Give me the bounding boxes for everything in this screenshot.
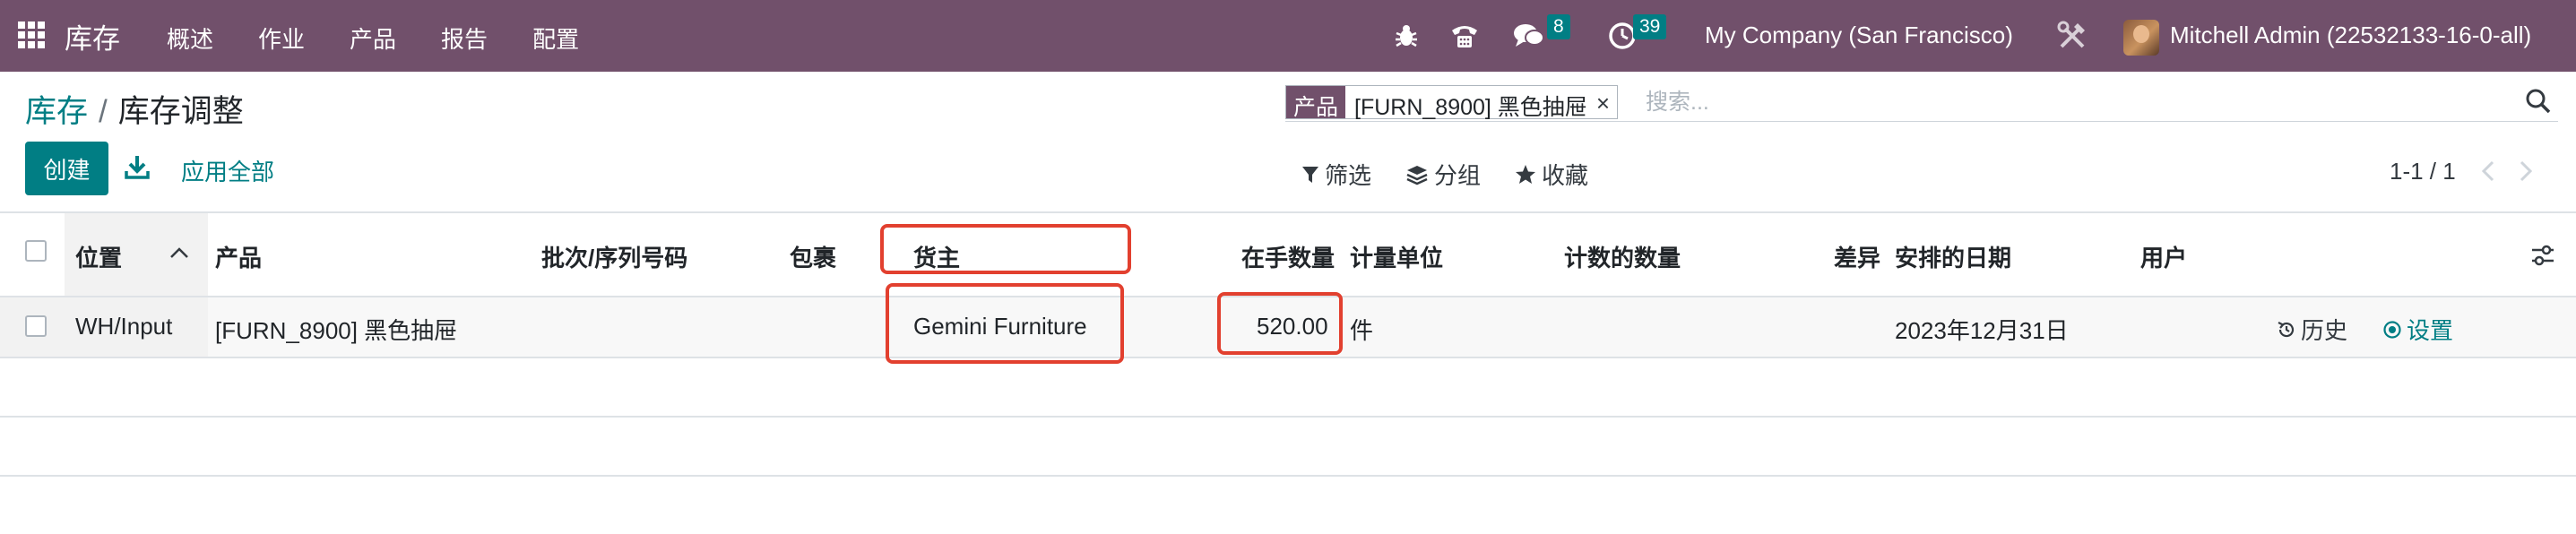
app-brand[interactable]: 库存 [65,16,120,56]
column-user[interactable]: 用户 [2140,240,2187,273]
favorites-dropdown[interactable]: 收藏 [1515,158,1588,191]
search-input[interactable] [1646,86,2488,118]
bug-icon[interactable] [1395,23,1418,48]
messages-badge: 8 [1547,14,1570,39]
column-on-hand[interactable]: 在手数量 [1241,240,1335,273]
filters-dropdown[interactable]: 筛选 [1301,158,1371,191]
top-navbar: 库存 概述 作业 产品 报告 配置 8 39 My Company (San F [0,0,2576,72]
facet-remove-button[interactable]: × [1595,86,1617,118]
search-facet-product: 产品 [FURN_8900] 黑色抽屉 × [1285,85,1618,120]
pager-value[interactable]: 1-1 / 1 [2390,158,2456,185]
facet-label: 产品 [1286,86,1346,120]
menu-item-operations[interactable]: 作业 [258,22,305,55]
create-button[interactable]: 创建 [25,142,108,195]
search-options: 筛选 分组 收藏 [1301,158,1622,191]
download-icon[interactable] [124,153,151,180]
select-all-checkbox[interactable] [25,240,47,262]
company-switcher[interactable]: My Company (San Francisco) [1705,22,2013,49]
highlight-on-hand-cell [1217,292,1343,355]
breadcrumb: 库存 / 库存调整 [25,86,244,132]
filters-label: 筛选 [1325,162,1372,189]
highlight-owner-header [880,224,1131,274]
history-icon [2278,321,2295,337]
search-icon[interactable] [2525,88,2552,115]
row-checkbox[interactable] [25,315,47,337]
cell-location[interactable]: WH/Input [75,313,172,340]
column-settings-icon[interactable] [2529,242,2556,269]
menu-item-configuration[interactable]: 配置 [532,22,579,55]
breadcrumb-inventory[interactable]: 库存 [25,94,88,129]
favorites-label: 收藏 [1542,162,1589,189]
chevron-left-icon[interactable] [2476,158,2503,185]
cell-product[interactable]: [FURN_8900] 黑色抽屉 [215,313,457,346]
activities-badge: 39 [1633,14,1667,39]
column-package[interactable]: 包裹 [790,240,836,273]
column-product[interactable]: 产品 [215,240,262,273]
menu-item-overview[interactable]: 概述 [167,22,213,55]
search-bar: 产品 [FURN_8900] 黑色抽屉 × [1285,84,2558,122]
cell-scheduled-date[interactable]: 2023年12月31日 [1895,313,2069,346]
table-header: 位置 产品 批次/序列号码 包裹 货主 在手数量 计量单位 计数的数量 差异 安… [0,213,2576,297]
avatar[interactable] [2123,20,2159,56]
target-icon [2383,320,2401,339]
star-icon [1516,164,1536,184]
empty-row [0,418,2576,477]
phone-icon[interactable] [1449,22,1480,50]
page-title: 库存调整 [117,94,244,129]
facet-value: [FURN_8900] 黑色抽屉 [1354,95,1587,120]
main-menu: 概述 作业 产品 报告 配置 [167,22,624,55]
column-scheduled-date[interactable]: 安排的日期 [1895,240,2011,273]
tools-icon[interactable] [2056,20,2088,52]
set-button[interactable]: 设置 [2382,313,2453,346]
cell-uom[interactable]: 件 [1350,313,1373,346]
group-by-dropdown[interactable]: 分组 [1405,158,1481,191]
chat-icon[interactable] [1513,22,1545,50]
group-by-label: 分组 [1434,162,1482,189]
breadcrumb-separator: / [99,94,108,129]
menu-item-products[interactable]: 产品 [350,22,396,55]
column-lot[interactable]: 批次/序列号码 [541,240,687,273]
empty-row [0,358,2576,418]
menu-item-reporting[interactable]: 报告 [441,22,488,55]
column-counted[interactable]: 计数的数量 [1564,240,1681,273]
column-uom[interactable]: 计量单位 [1350,240,1443,273]
chevron-right-icon[interactable] [2511,158,2538,185]
apps-grid-icon[interactable] [18,22,45,48]
set-label: 设置 [2407,317,2454,344]
layers-icon [1406,165,1428,185]
apply-all-button[interactable]: 应用全部 [181,154,274,187]
empty-row [0,477,2576,534]
highlight-owner-cell [886,283,1124,364]
user-menu[interactable]: Mitchell Admin (22532133-16-0-all) [2170,22,2531,49]
column-difference[interactable]: 差异 [1834,240,1880,273]
history-button[interactable]: 历史 [2277,313,2347,346]
column-location[interactable]: 位置 [75,240,122,273]
history-label: 历史 [2301,317,2348,344]
filter-icon [1302,166,1318,183]
sort-up-icon[interactable] [169,245,190,260]
